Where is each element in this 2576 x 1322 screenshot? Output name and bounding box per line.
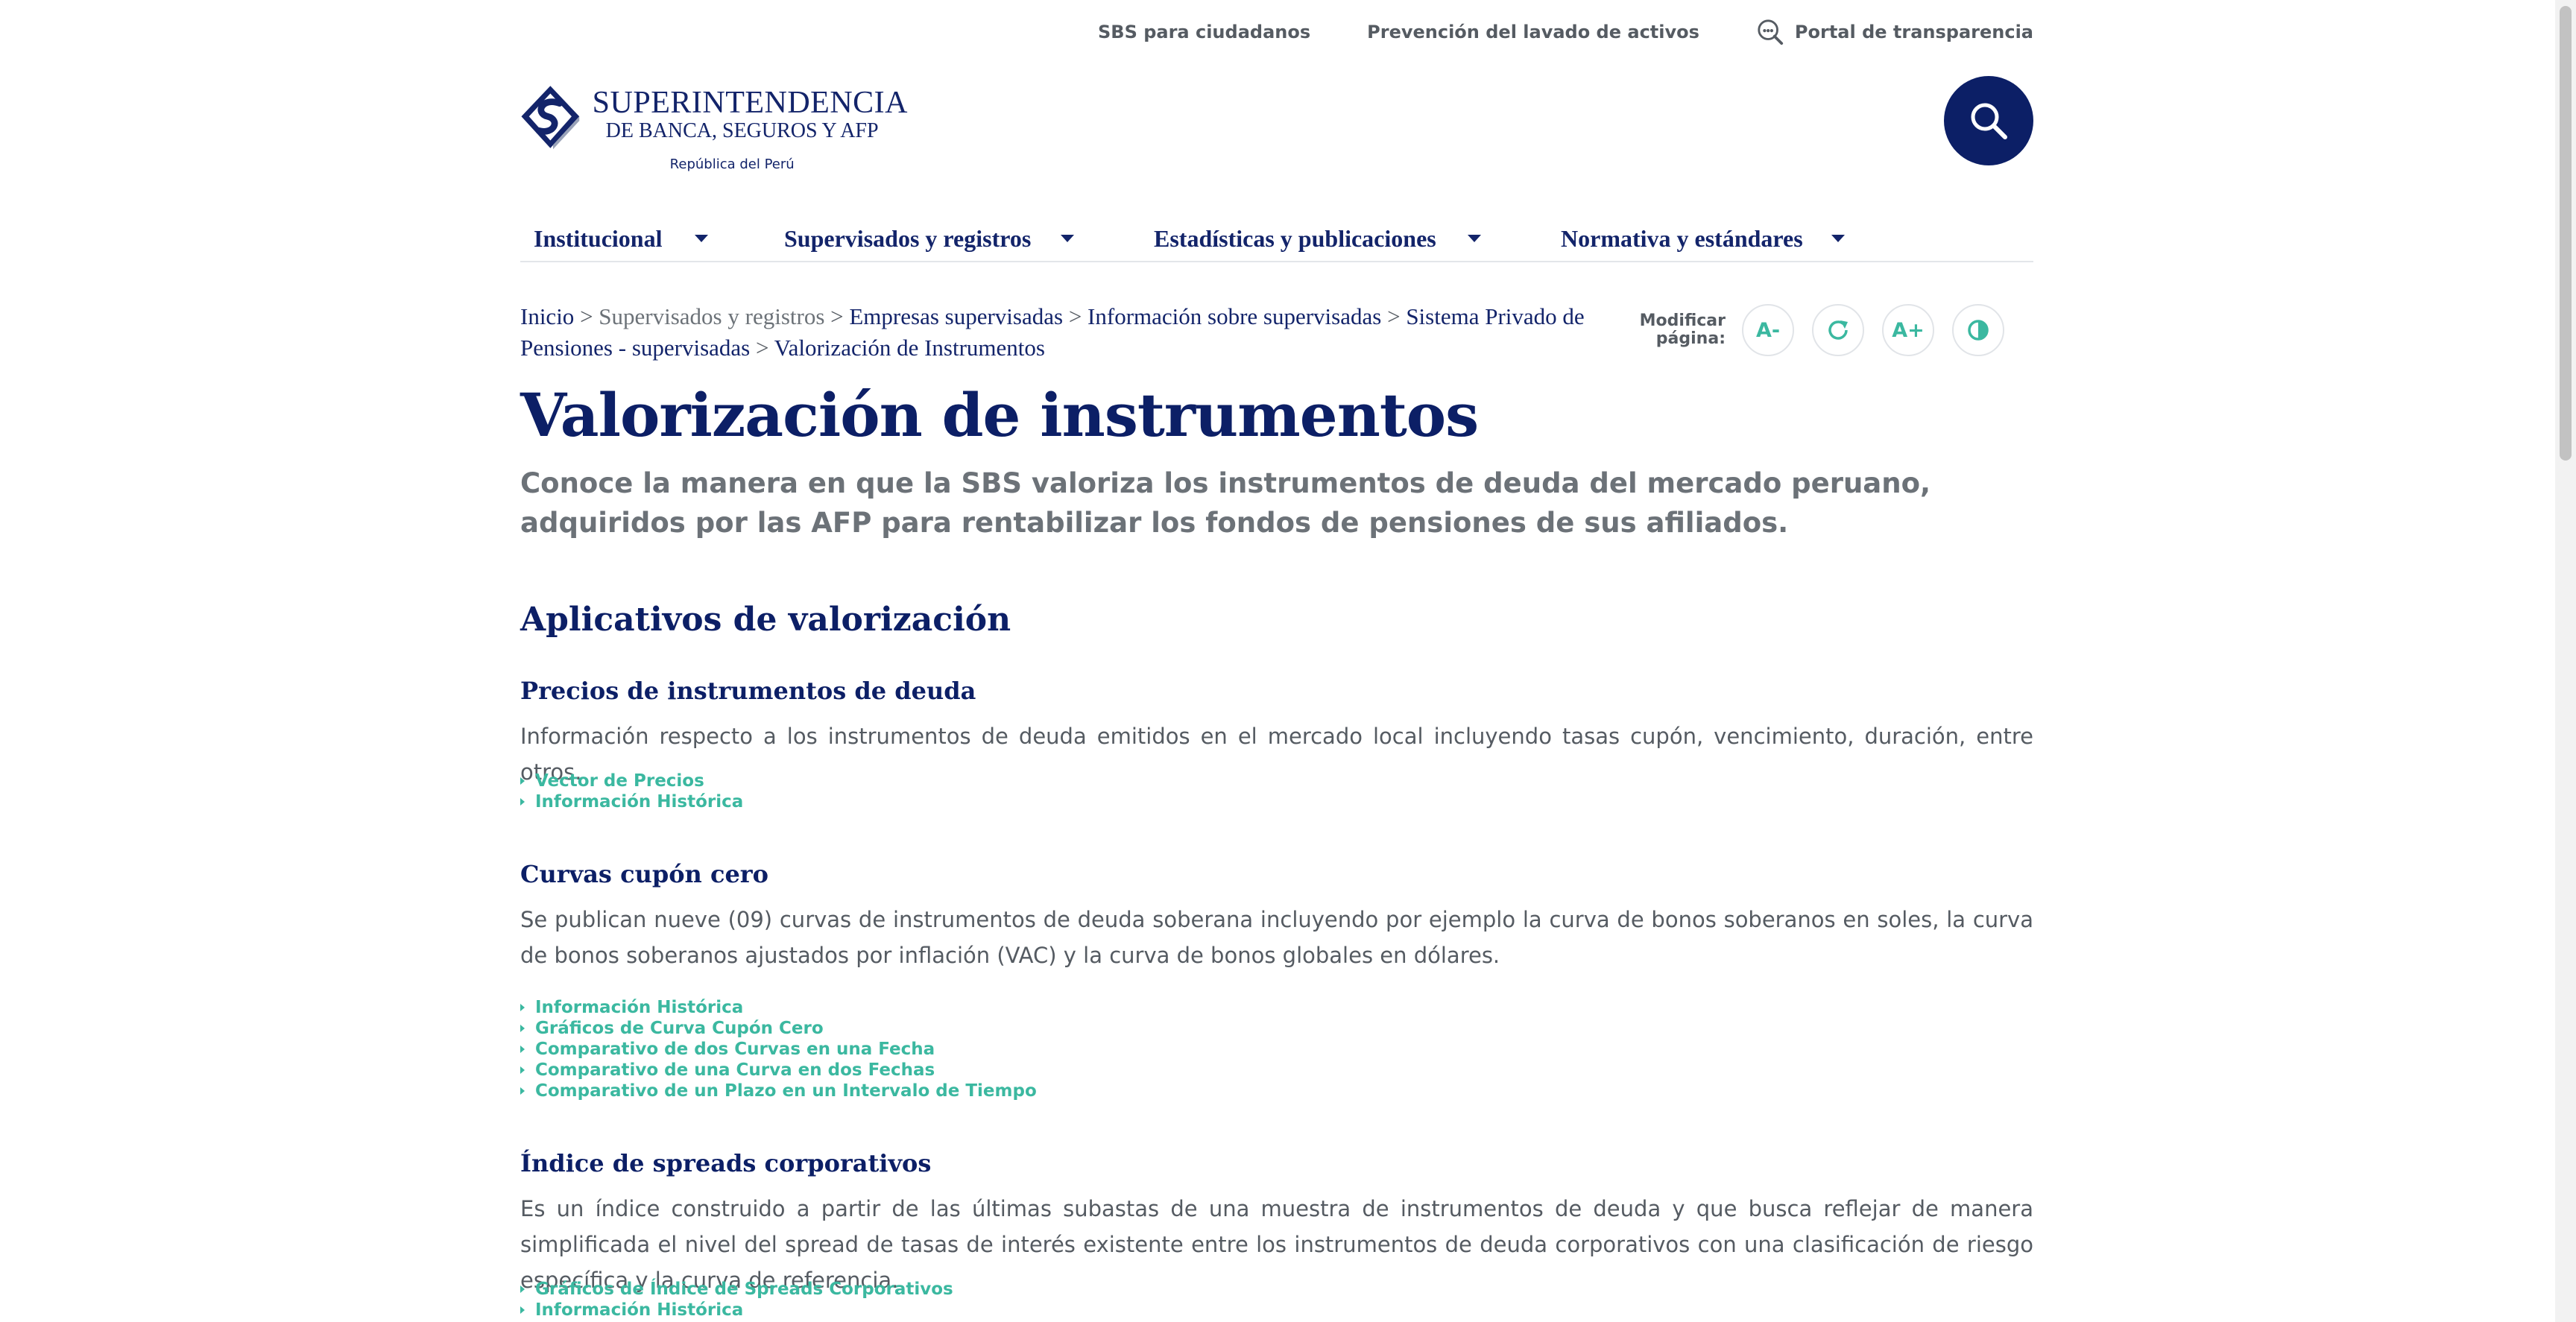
link-comparativo-dos-fechas[interactable]: Comparativo de una Curva en dos Fechas xyxy=(520,1060,1037,1081)
link-sbs-ciudadanos[interactable]: SBS para ciudadanos xyxy=(1098,22,1310,42)
contrast-icon xyxy=(1968,320,1989,341)
vertical-scrollbar[interactable] xyxy=(2555,0,2576,1322)
utility-bar: SBS para ciudadanos Prevención del lavad… xyxy=(1098,18,2033,46)
scrollbar-thumb[interactable] xyxy=(2560,6,2572,461)
bullet-arrow-icon xyxy=(520,1306,525,1314)
link-informacion-historica[interactable]: Información Histórica xyxy=(520,997,1037,1018)
caret-down-icon xyxy=(695,235,709,242)
link-label: Comparativo de dos Curvas en una Fecha xyxy=(535,1040,935,1059)
bullet-arrow-icon xyxy=(520,1285,525,1293)
refresh-icon xyxy=(1828,320,1848,340)
increase-font-label: A+ xyxy=(1892,318,1925,342)
bullet-arrow-icon xyxy=(520,1004,525,1011)
modify-label: Modificar página: xyxy=(1639,311,1726,348)
link-comparativo-plazo[interactable]: Comparativo de un Plazo en un Intervalo … xyxy=(520,1081,1037,1101)
bullet-arrow-icon xyxy=(520,1046,525,1053)
breadcrumb-supervisados: Supervisados y registros xyxy=(599,303,825,329)
link-informacion-historica[interactable]: Información Histórica xyxy=(520,1300,953,1321)
caret-down-icon xyxy=(1467,235,1481,242)
increase-font-button[interactable]: A+ xyxy=(1882,304,1934,356)
subsection-title-curvas: Curvas cupón cero xyxy=(520,860,768,888)
breadcrumb: Inicio > Supervisados y registros > Empr… xyxy=(520,301,1609,364)
nav-label: Institucional xyxy=(534,224,663,252)
main-nav: Institucional Supervisados y registros E… xyxy=(520,218,2033,262)
link-label: Gráficos de Curva Cupón Cero xyxy=(535,1019,824,1038)
page-title: Valorización de instrumentos xyxy=(520,380,1479,450)
bullet-arrow-icon xyxy=(520,1025,525,1032)
page-subtitle: Conoce la manera en que la SBS valoriza … xyxy=(520,467,1931,539)
link-label: Gráficos de Índice de Spreads Corporativ… xyxy=(535,1280,953,1299)
link-label: Comparativo de un Plazo en un Intervalo … xyxy=(535,1081,1037,1101)
nav-item-estadisticas[interactable]: Estadísticas y publicaciones xyxy=(1140,218,1547,259)
logo-line-3: República del Perú xyxy=(669,156,795,172)
sbs-logo-mark-icon xyxy=(521,86,580,150)
logo-line-2: DE BANCA, SEGUROS Y AFP xyxy=(605,119,879,142)
link-prevencion-lavado[interactable]: Prevención del lavado de activos xyxy=(1367,22,1699,42)
nav-item-normativa[interactable]: Normativa y estándares xyxy=(1547,218,1874,259)
link-graficos-curva[interactable]: Gráficos de Curva Cupón Cero xyxy=(520,1018,1037,1039)
subsection-text-precios: Información respecto a los instrumentos … xyxy=(520,724,2033,785)
breadcrumb-separator: > xyxy=(1068,303,1082,329)
link-label: Comparativo de una Curva en dos Fechas xyxy=(535,1060,935,1080)
links-spreads: Gráficos de Índice de Spreads Corporativ… xyxy=(520,1279,953,1321)
breadcrumb-empresas[interactable]: Empresas supervisadas xyxy=(849,303,1063,329)
caret-down-icon xyxy=(1061,235,1075,242)
sbs-logo[interactable]: SUPERINTENDENCIA DE BANCA, SEGUROS Y AFP… xyxy=(520,73,908,177)
breadcrumb-separator: > xyxy=(580,303,593,329)
nav-item-institucional[interactable]: Institucional xyxy=(520,218,771,259)
link-label: SBS para ciudadanos xyxy=(1098,22,1311,42)
nav-label: Estadísticas y publicaciones xyxy=(1154,224,1436,252)
link-label: Vector de Precios xyxy=(535,771,704,791)
breadcrumb-separator: > xyxy=(830,303,844,329)
breadcrumb-informacion[interactable]: Información sobre supervisadas xyxy=(1087,303,1381,329)
bullet-arrow-icon xyxy=(520,1087,525,1095)
nav-label: Normativa y estándares xyxy=(1561,224,1803,252)
link-label: Información Histórica xyxy=(535,792,744,812)
bullet-arrow-icon xyxy=(520,798,525,806)
caret-down-icon xyxy=(1831,235,1845,242)
links-precios: Vector de Precios Información Histórica xyxy=(520,771,743,812)
contrast-button[interactable] xyxy=(1952,304,2004,356)
search-icon xyxy=(1971,103,2007,139)
search-button[interactable] xyxy=(1944,76,2033,165)
breadcrumb-separator: > xyxy=(1387,303,1401,329)
link-vector-precios[interactable]: Vector de Precios xyxy=(520,771,743,791)
decrease-font-button[interactable]: A- xyxy=(1742,304,1794,356)
breadcrumb-separator: > xyxy=(755,335,769,361)
bullet-arrow-icon xyxy=(520,777,525,785)
bullet-arrow-icon xyxy=(520,1066,525,1074)
page-modifier: Modificar página: A- A+ xyxy=(1635,304,2022,356)
link-portal-transparencia[interactable]: Portal de transparencia xyxy=(1756,18,2033,46)
section-title-aplicativos: Aplicativos de valorización xyxy=(520,601,1011,639)
reset-button[interactable] xyxy=(1812,304,1864,356)
link-label: Información Histórica xyxy=(535,1300,744,1320)
nav-item-supervisados[interactable]: Supervisados y registros xyxy=(771,218,1140,259)
link-label: Portal de transparencia xyxy=(1794,22,2033,42)
subsection-title-precios: Precios de instrumentos de deuda xyxy=(520,677,976,705)
link-label: Información Histórica xyxy=(535,998,744,1017)
links-curvas: Información Histórica Gráficos de Curva … xyxy=(520,997,1037,1101)
subsection-text-curvas: Se publican nueve (09) curvas de instrum… xyxy=(520,907,2033,968)
link-informacion-historica[interactable]: Información Histórica xyxy=(520,791,743,812)
decrease-font-label: A- xyxy=(1755,318,1781,342)
logo-line-1: SUPERINTENDENCIA xyxy=(592,86,908,120)
link-label: Prevención del lavado de activos xyxy=(1367,22,1699,42)
eye-search-icon xyxy=(1758,19,1784,45)
breadcrumb-current[interactable]: Valorización de Instrumentos xyxy=(774,335,1045,361)
link-comparativo-dos-curvas[interactable]: Comparativo de dos Curvas en una Fecha xyxy=(520,1039,1037,1060)
link-graficos-spreads[interactable]: Gráficos de Índice de Spreads Corporativ… xyxy=(520,1279,953,1300)
breadcrumb-home[interactable]: Inicio xyxy=(520,303,574,329)
subsection-title-spreads: Índice de spreads corporativos xyxy=(520,1149,932,1177)
nav-label: Supervisados y registros xyxy=(784,224,1032,252)
logo-text: SUPERINTENDENCIA DE BANCA, SEGUROS Y AFP… xyxy=(593,73,908,177)
